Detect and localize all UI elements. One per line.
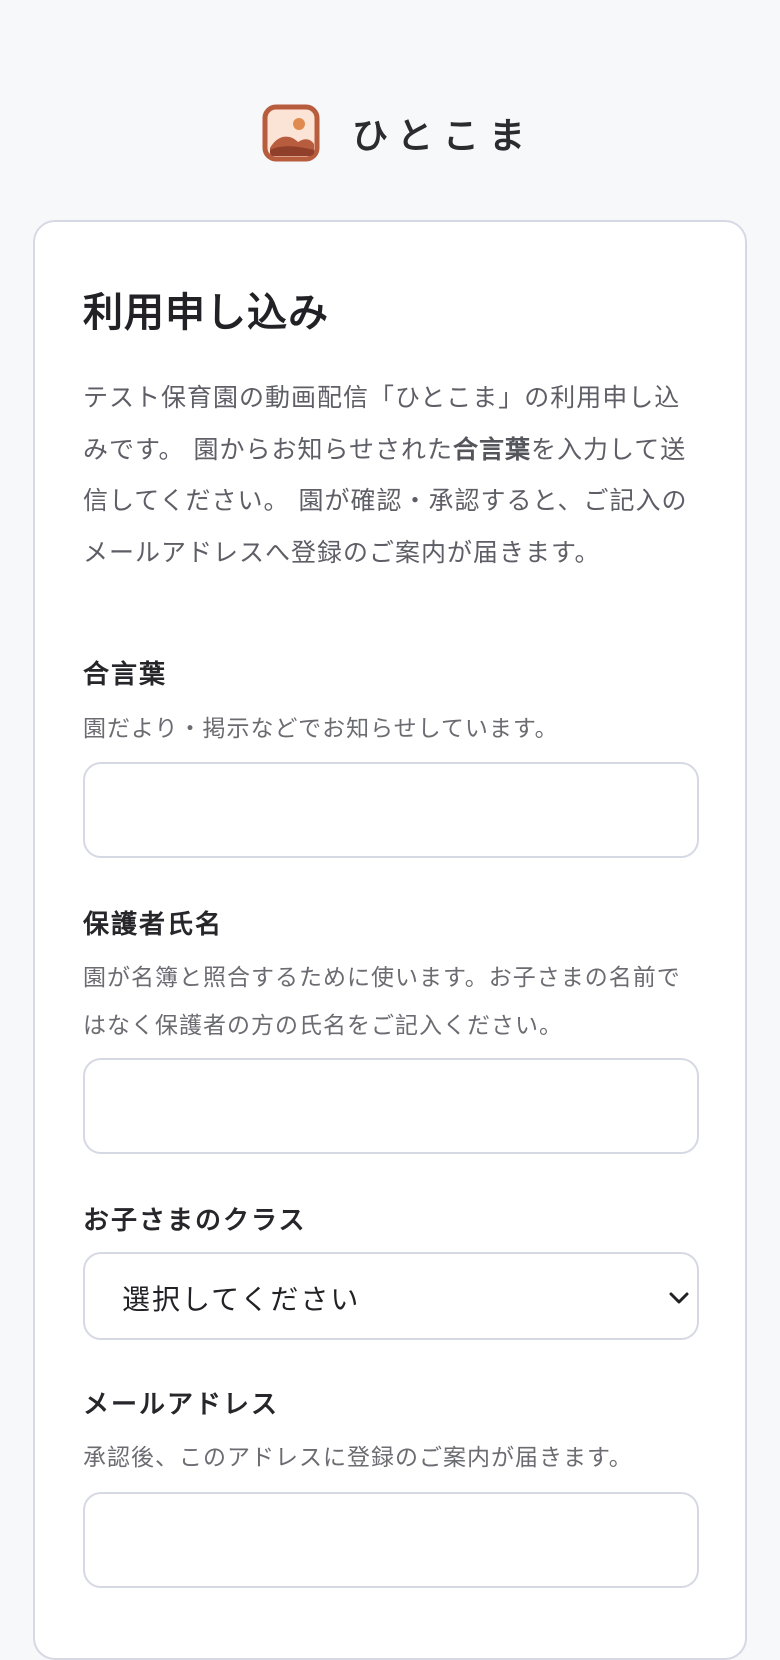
app-header: ひとこま [0,0,780,200]
passphrase-hint: 園だより・掲示などでお知らせしています。 [83,716,559,742]
intro-text: テスト保育園の動画配信「ひとこま」の利用申し込みです。 園からお知らせされた合言… [83,372,699,578]
email-hint: 承認後、このアドレスに登録のご案内が届きます。 [83,1445,633,1471]
email-label: メールアドレス [83,1390,280,1420]
guardian-name-hint: 園が名簿と照合するために使います。お子さまの名前ではなく保護者の方の氏名をご記入… [83,965,681,1039]
guardian-name-input[interactable] [83,1058,699,1154]
child-class-label: お子さまのクラス [83,1206,307,1236]
brand: ひとこま [262,104,535,162]
intro-keyword: 合言葉 [452,434,531,464]
guardian-name-label: 保護者氏名 [83,910,224,940]
email-input[interactable] [83,1492,699,1588]
child-class-selected-value: 選択してください [122,1283,361,1316]
picture-landscape-icon [262,104,320,162]
signup-card: 利用申し込み テスト保育園の動画配信「ひとこま」の利用申し込みです。 園からお知… [33,220,747,1660]
chevron-down-icon [669,1292,689,1304]
child-class-select[interactable]: 選択してください [83,1252,699,1340]
page-title: 利用申し込み [83,290,329,336]
passphrase-input[interactable] [83,762,699,858]
app-name: ひとこま [352,116,535,157]
passphrase-label: 合言葉 [83,660,168,690]
